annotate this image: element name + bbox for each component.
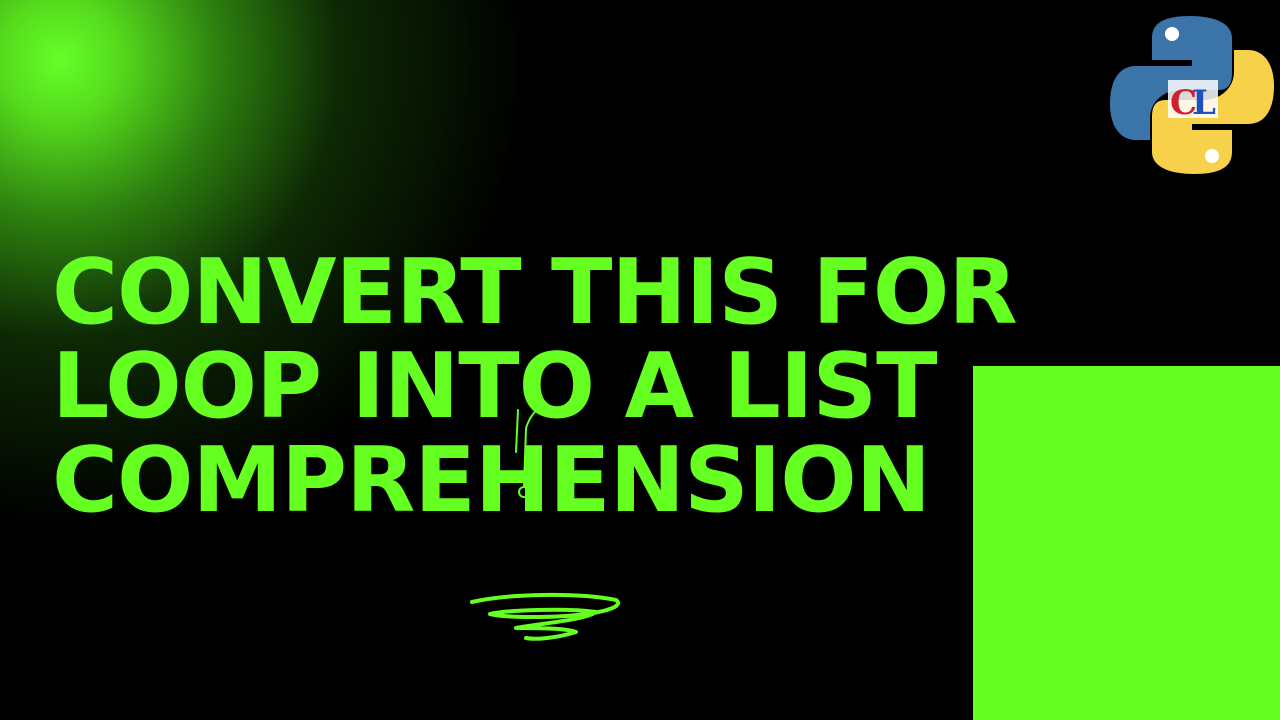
hook-arrow-icon (515, 403, 547, 498)
svg-text:L: L (1192, 83, 1216, 123)
green-accent-block (973, 366, 1280, 720)
headline-line-1: CONVERT THIS FOR (52, 240, 1018, 345)
scribble-icon (470, 592, 621, 641)
thumbnail-canvas: CONVERT THIS FOR LOOP INTO A LIST COMPRE… (0, 0, 1280, 720)
python-logo-icon: C L (1110, 16, 1274, 174)
